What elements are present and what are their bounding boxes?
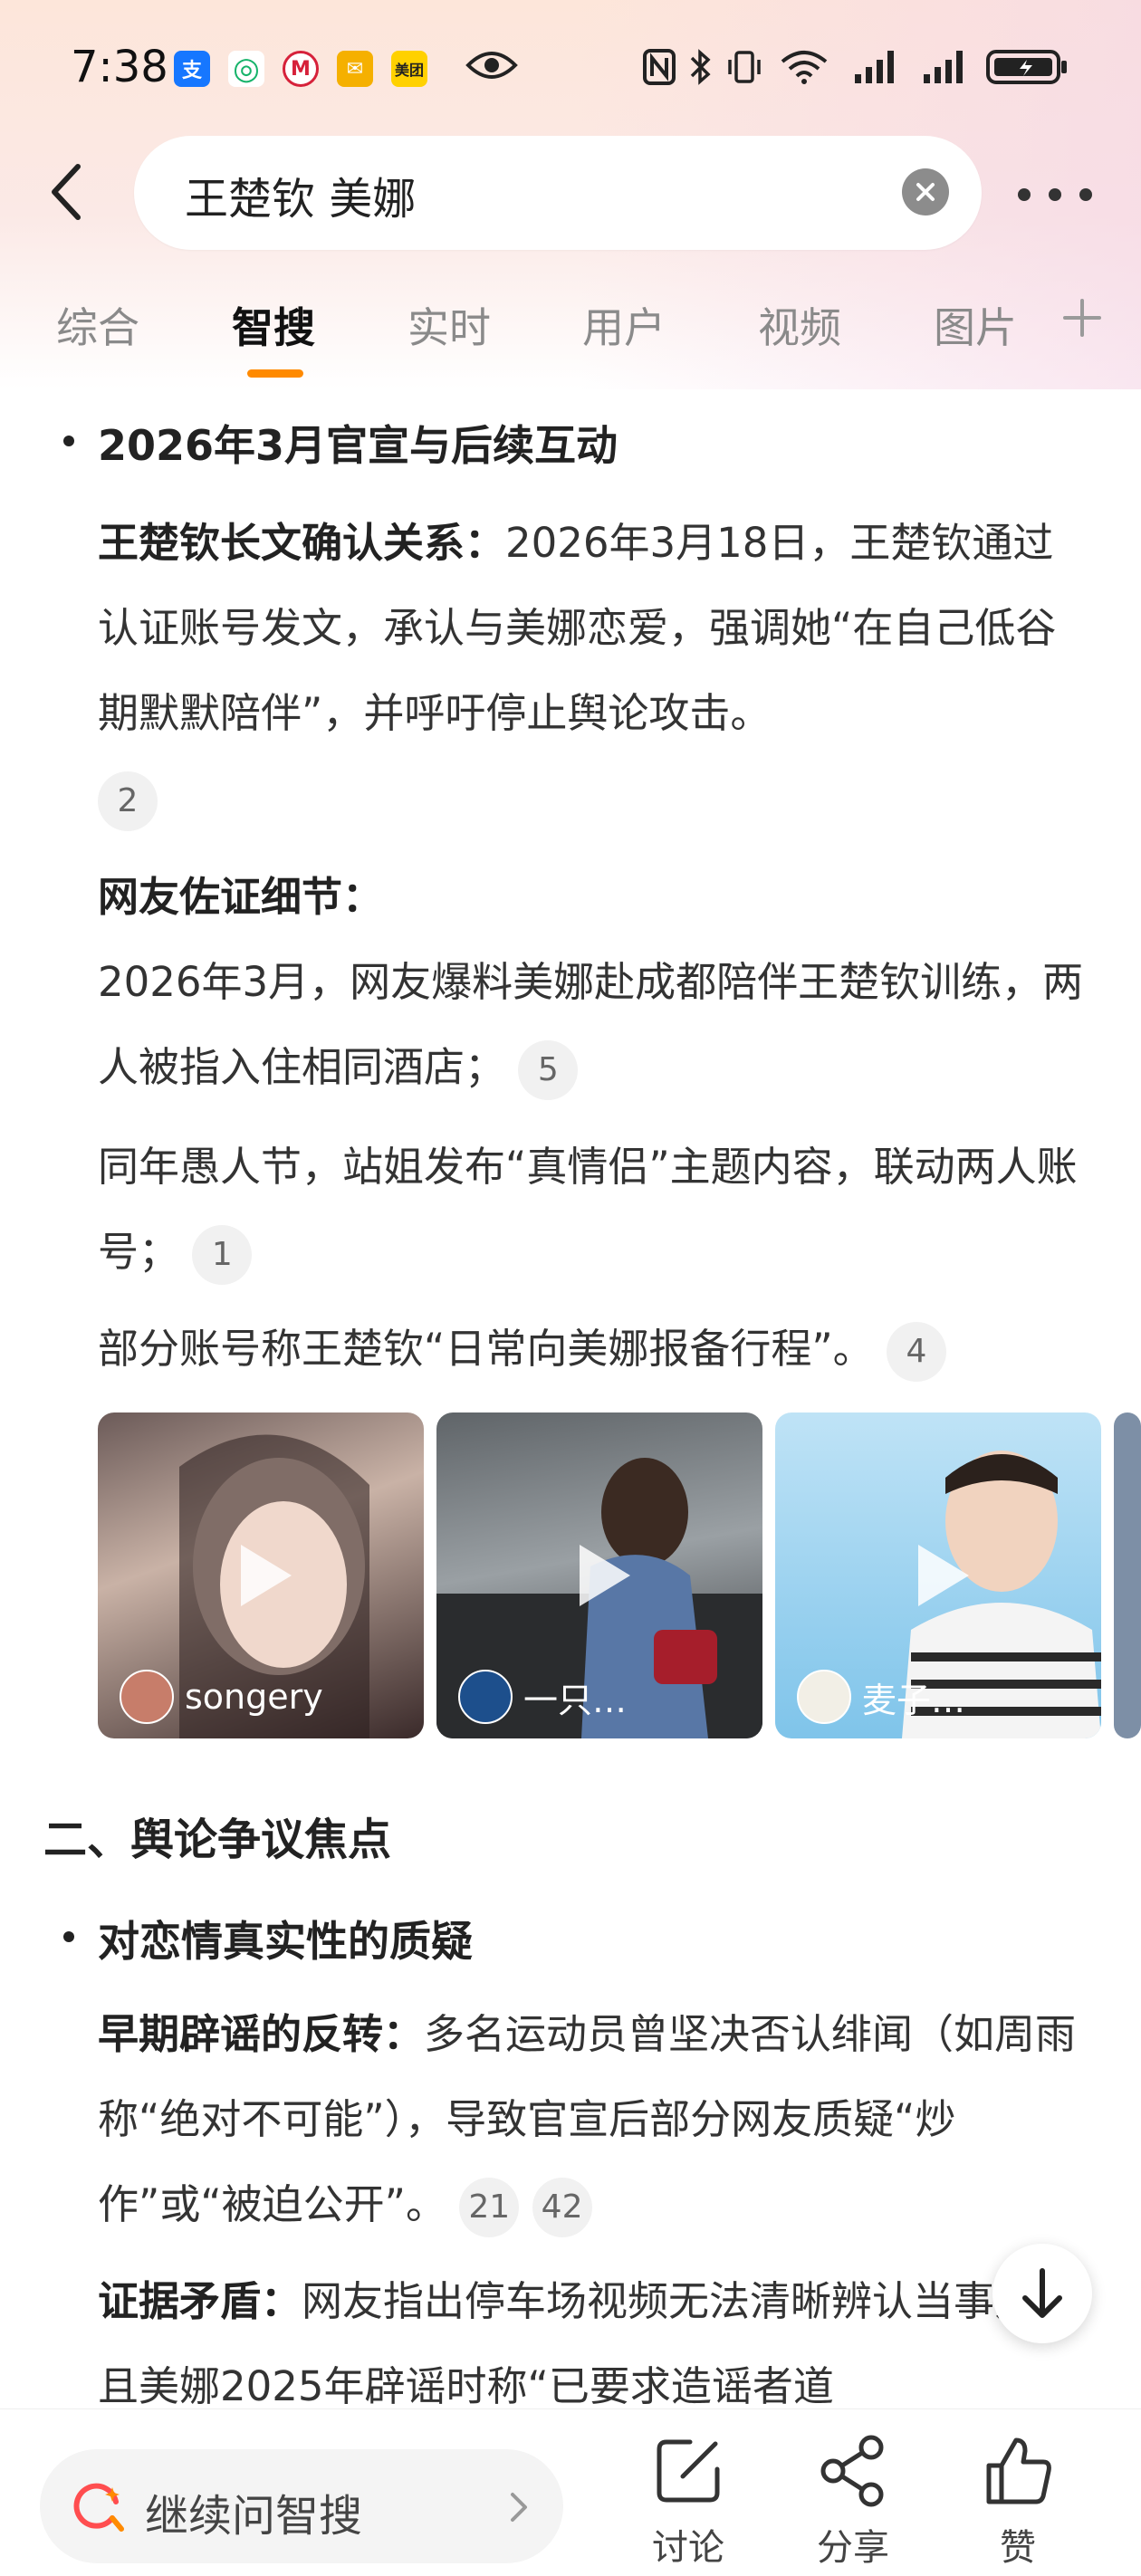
discuss-label: 讨论 [652,2527,724,2569]
more-dot-icon [1079,188,1092,201]
discuss-button[interactable]: 讨论 [634,2433,743,2571]
video-author: songery [120,1670,323,1724]
paragraph-lead: 证据矛盾： [98,2277,302,2325]
share-icon [820,2435,884,2507]
avatar [797,1670,851,1724]
wifi-icon [781,51,828,84]
scroll-down-button[interactable] [992,2244,1092,2343]
play-icon [580,1545,630,1606]
citation-badge[interactable]: 5 [518,1040,579,1100]
video-card[interactable]: 麦子… [775,1412,1101,1738]
more-dot-icon [1018,188,1031,201]
video-card[interactable]: 一只… [436,1412,762,1738]
bullet-dot [63,1931,74,1942]
smart-search-icon [73,2483,124,2532]
status-time: 7:38 [71,42,168,92]
bluetooth-icon [690,49,711,85]
paragraph-april-fools: 同年愚人节，站姐发布“真情侣”主题内容，联动两人账号； 1 [98,1125,1094,1295]
tab-users[interactable]: 用户 [582,295,666,355]
avatar [458,1670,513,1724]
meituan-icon: 美团 [391,51,427,87]
signal-1-icon [855,51,894,83]
tab-videos[interactable]: 视频 [758,295,841,355]
avatar [120,1670,174,1724]
mail-icon: ✉ [337,51,373,87]
paragraph-lead: 网友佐证细节： [98,873,384,921]
arrow-down-icon [1022,2268,1062,2318]
thumbs-up-icon [986,2437,1051,2504]
add-tab-icon[interactable] [1060,295,1105,340]
citation-badge[interactable]: 2 [98,771,158,831]
more-options-button[interactable] [1018,172,1099,217]
video-card[interactable]: songery [98,1412,424,1738]
tab-smart-search[interactable]: 智搜 [232,295,315,355]
paragraph-official-announcement: 王楚钦长文确认关系：2026年3月18日，王楚钦通过认证账号发文，承认与美娜恋爱… [98,501,1094,841]
paragraph-lead: 早期辟谣的反转： [98,2010,425,2058]
tab-images[interactable]: 图片 [934,295,1017,355]
paragraph-text: 部分账号称王楚钦“日常向美娜报备行程”。 [98,1325,874,1373]
play-icon [918,1545,969,1606]
edit-icon [657,2439,720,2503]
play-icon [241,1545,292,1606]
continue-ask-button[interactable]: 继续问智搜 [40,2449,563,2563]
paragraph-chengdu: 2026年3月，网友爆料美娜赴成都陪伴王楚钦训练，两人被指入住相同酒店； 5 [98,940,1094,1110]
metro-icon: M [283,51,319,87]
paragraph-lead: 王楚钦长文确认关系： [98,519,506,567]
video-author: 麦子… [797,1670,965,1724]
signal-2-icon [924,51,963,83]
tab-realtime[interactable]: 实时 [408,295,491,355]
chevron-right-icon [511,2493,527,2522]
video-author: 一只… [458,1670,627,1724]
paragraph-text: 2026年3月，网友爆料美娜赴成都陪伴王楚钦训练，两人被指入住相同酒店； [98,958,1084,1091]
paragraph-evidence-conflict: 证据矛盾：网友指出停车场视频无法清晰辨认当事人，且美娜2025年辟谣时称“已要求… [98,2259,1094,2404]
paragraph-report-schedule: 部分账号称王楚钦“日常向美娜报备行程”。 4 [98,1307,1094,1392]
continue-ask-label: 继续问智搜 [145,2491,363,2542]
status-bar: 7:38 支 ◎ M ✉ 美团 [0,0,1141,136]
citation-badge[interactable]: 21 [459,2178,520,2237]
bullet-dot [63,436,74,446]
video-author-name: 麦子… [862,1680,966,1720]
bullet-title: 对恋情真实性的质疑 [98,1917,473,1966]
like-label: 赞 [1000,2527,1036,2569]
video-author-name: 一只… [523,1680,628,1720]
citation-badge[interactable]: 4 [886,1322,946,1382]
share-label: 分享 [817,2527,889,2569]
search-input[interactable]: 王楚钦 美娜 [185,163,416,226]
paragraph-netizen-evidence: 网友佐证细节： [98,855,1094,940]
vibrate-icon [728,51,761,83]
eye-icon [465,52,518,79]
battery-icon [986,50,1067,84]
share-button[interactable]: 分享 [799,2433,907,2571]
tab-comprehensive[interactable]: 综合 [56,295,139,355]
alipay-icon: 支 [174,51,210,87]
section-heading: 二、舆论争议焦点 [43,1815,392,1865]
citation-badge[interactable]: 42 [532,2178,592,2237]
clear-icon[interactable] [902,168,949,215]
like-button[interactable]: 赞 [964,2433,1072,2571]
search-box[interactable]: 王楚钦 美娜 [134,136,982,250]
video-card[interactable] [1114,1412,1141,1738]
more-dot-icon [1049,188,1061,201]
bottom-bar: 继续问智搜 讨论 分享 赞 [0,2408,1141,2576]
citation-badge[interactable]: 1 [192,1225,253,1285]
back-icon[interactable] [42,156,96,228]
video-author-name: songery [185,1677,323,1717]
bullet-title: 2026年3月官宣与后续互动 [98,421,618,470]
active-tab-indicator [247,369,303,378]
cloud-app-icon: ◎ [228,51,264,87]
paragraph-early-denial: 早期辟谣的反转：多名运动员曾坚决否认绯闻（如周雨称“绝对不可能”），导致官宣后部… [98,1992,1094,2247]
nfc-icon [643,49,676,85]
